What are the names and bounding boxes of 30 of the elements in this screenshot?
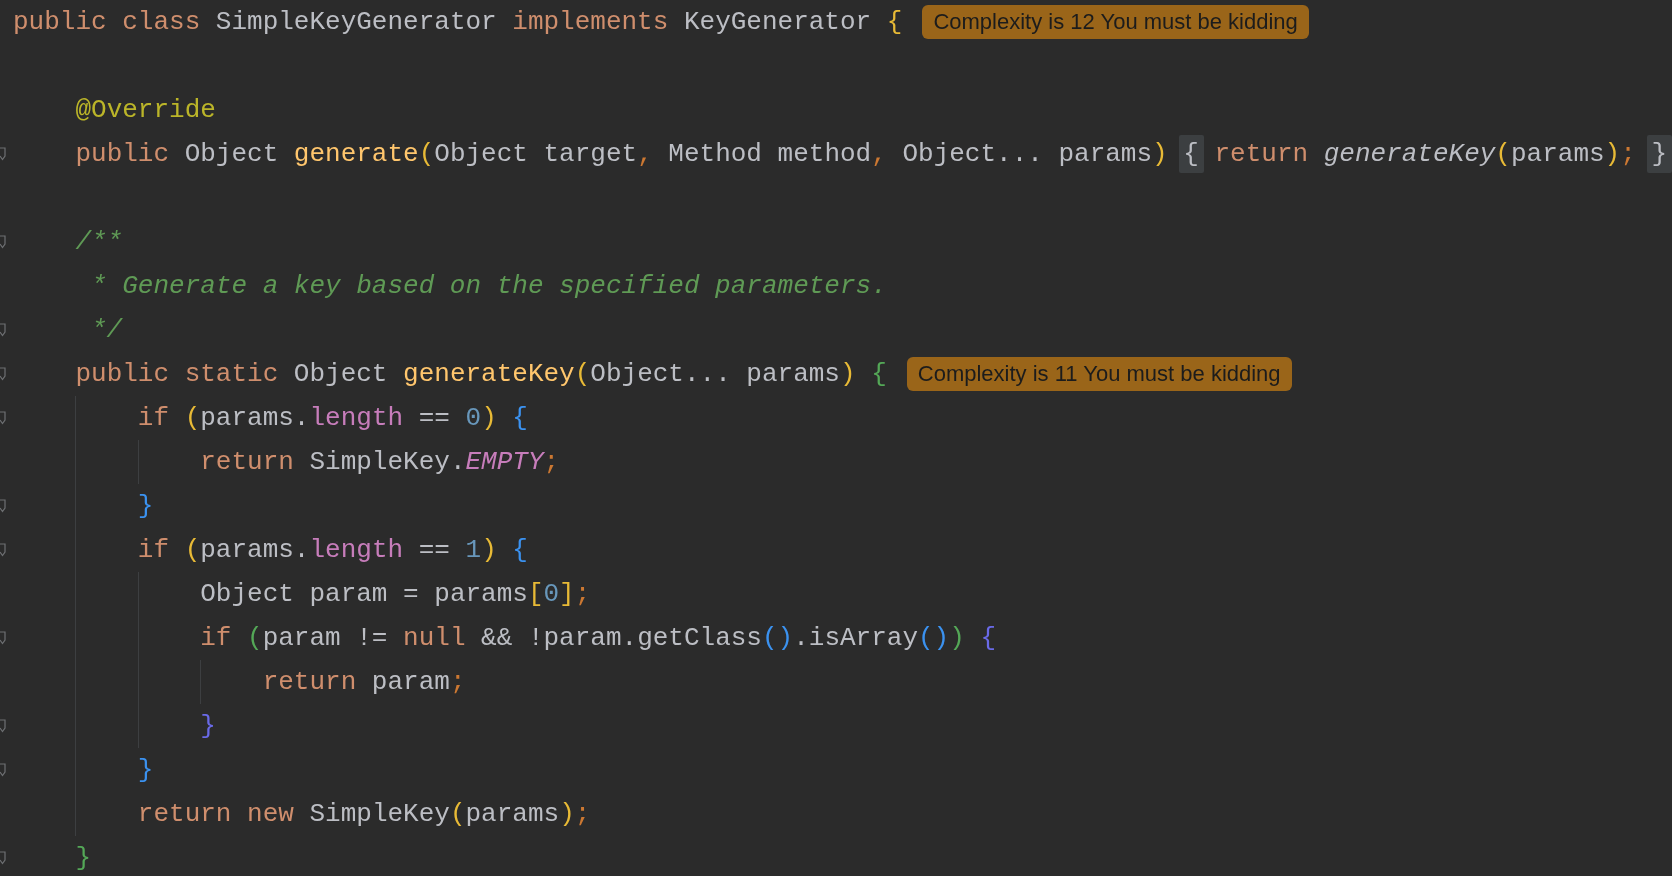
code-line: /** (75, 227, 123, 257)
code-line: @Override (75, 95, 216, 125)
code-line: } (137, 755, 154, 785)
code-line: } (75, 843, 92, 873)
code-line: return SimpleKey.EMPTY; (200, 447, 560, 477)
complexity-hint: Complexity is 12 You must be kidding (922, 5, 1309, 39)
fold-marker-icon[interactable] (0, 235, 8, 249)
fold-marker-icon[interactable] (0, 499, 8, 513)
fold-marker-icon[interactable] (0, 367, 8, 381)
code-line: Object param = params[0]; (200, 579, 591, 609)
fold-marker-icon[interactable] (0, 719, 8, 733)
code-line: return new SimpleKey(params); (137, 799, 591, 829)
fold-marker-icon[interactable] (0, 543, 8, 557)
fold-marker-icon[interactable] (0, 147, 8, 161)
fold-marker-icon[interactable] (0, 631, 8, 645)
code-line: if (params.length == 0) { (137, 403, 528, 433)
complexity-hint: Complexity is 11 You must be kidding (906, 357, 1292, 391)
fold-marker-icon[interactable] (0, 323, 8, 337)
fold-marker-icon[interactable] (0, 851, 8, 865)
fold-marker-icon[interactable] (0, 411, 8, 425)
code-line: public class SimpleKeyGenerator implements KeyGenerator { (13, 7, 903, 37)
code-line: */ (91, 315, 123, 345)
code-line: return param; (262, 667, 466, 697)
code-line: if (params.length == 1) { (137, 535, 528, 565)
code-line: } (137, 491, 154, 521)
code-line: } (200, 711, 216, 741)
fold-marker-icon[interactable] (0, 763, 8, 777)
code-line: public static Object generateKey(Object... params) { (75, 359, 887, 389)
code-line: * Generate a key based on the specified parameters. (91, 271, 887, 301)
code-line: if (param != null && !param.getClass().isArray()) { (200, 623, 997, 653)
